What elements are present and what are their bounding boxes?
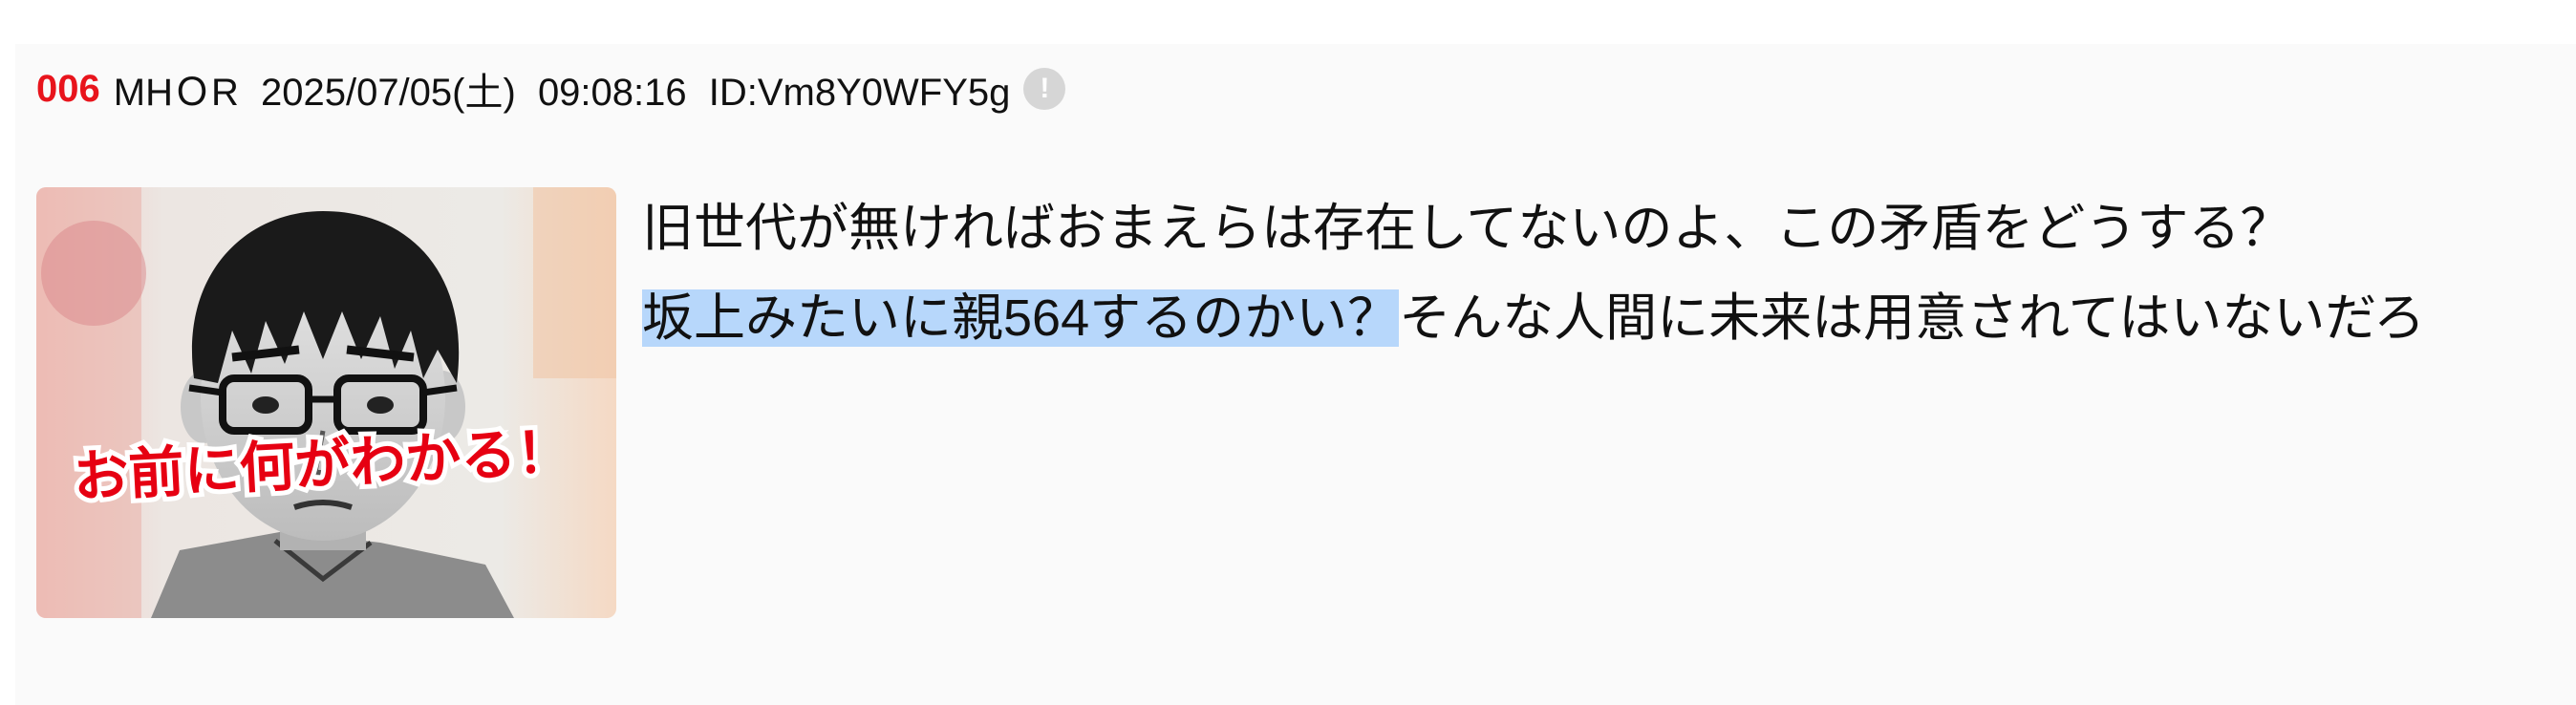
- post-body-line-2: 坂上みたいに親564するのかい？そんな人間に未来は用意されてはいないだろ: [642, 273, 2425, 363]
- post-body-line-2-rest: そんな人間に未来は用意されてはいないだろ: [1399, 289, 2426, 347]
- poster-name: MHＯR: [113, 72, 239, 114]
- manga-face-image: お前に何がわかる！: [36, 187, 616, 618]
- post-date: 2025/07/05(土): [260, 72, 516, 114]
- post-number[interactable]: 006: [36, 68, 100, 111]
- post-meta: MHＯR 2025/07/05(土) 09:08:16 ID:Vm8Y0WFY5…: [114, 61, 1011, 117]
- selected-text[interactable]: 坂上みたいに親564するのかい？: [642, 289, 1400, 347]
- post-body: 旧世代が無ければおまえらは存在してないのよ、この矛盾をどうする？ 坂上みたいに親…: [642, 183, 2425, 363]
- poster-id[interactable]: ID:Vm8Y0WFY5g: [709, 72, 1011, 114]
- post-container: 006 MHＯR 2025/07/05(土) 09:08:16 ID:Vm8Y0…: [15, 44, 2576, 705]
- post-body-line-1: 旧世代が無ければおまえらは存在してないのよ、この矛盾をどうする？: [642, 200, 2292, 257]
- post-time: 09:08:16: [537, 72, 687, 114]
- post-thumbnail[interactable]: お前に何がわかる！: [36, 187, 616, 618]
- exclamation-circle-icon[interactable]: !: [1023, 68, 1066, 110]
- post-header: 006 MHＯR 2025/07/05(土) 09:08:16 ID:Vm8Y0…: [36, 65, 1066, 114]
